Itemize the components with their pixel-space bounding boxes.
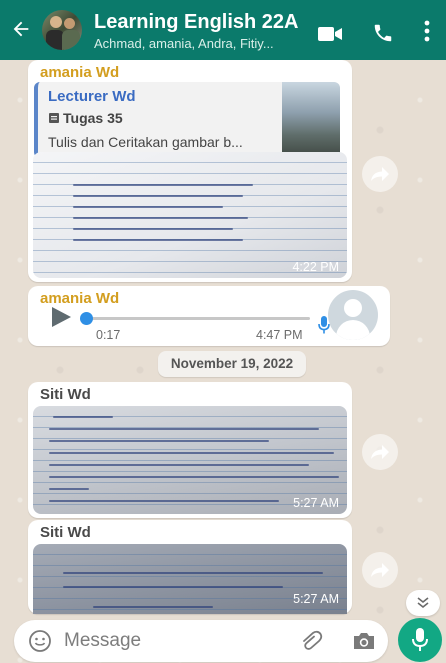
voice-duration: 0:17 bbox=[96, 328, 121, 342]
message-time: 4:22 PM bbox=[292, 260, 339, 274]
message-bubble-voice[interactable]: amania Wd 0:17 4:47 PM bbox=[28, 286, 390, 346]
message-photo[interactable]: 4:22 PM bbox=[33, 152, 347, 278]
sender-name: Siti Wd bbox=[40, 386, 91, 403]
quote-thumbnail bbox=[282, 82, 340, 158]
message-photo[interactable]: 5:27 AM bbox=[33, 406, 347, 514]
phone-icon[interactable] bbox=[372, 22, 394, 44]
voice-record-button[interactable] bbox=[398, 618, 442, 662]
quote-text: Tulis dan Ceritakan gambar b... bbox=[48, 134, 243, 150]
forward-icon bbox=[371, 167, 389, 181]
scroll-to-bottom-button[interactable] bbox=[406, 590, 440, 616]
message-compose-bar bbox=[14, 620, 388, 662]
forward-icon bbox=[371, 445, 389, 459]
forward-icon bbox=[371, 563, 389, 577]
forward-button[interactable] bbox=[362, 156, 398, 192]
message-time: 4:47 PM bbox=[256, 328, 303, 342]
more-options-icon[interactable] bbox=[424, 20, 430, 42]
quoted-message[interactable]: Lecturer Wd Tugas 35 Tulis dan Ceritakan… bbox=[34, 82, 340, 158]
quote-title: Tugas 35 bbox=[48, 110, 123, 126]
mic-icon bbox=[412, 628, 428, 651]
forward-button[interactable] bbox=[362, 552, 398, 588]
message-photo[interactable]: 5:27 AM bbox=[33, 544, 347, 614]
chat-participants[interactable]: Achmad, amania, Andra, Fitiy... bbox=[94, 36, 274, 51]
message-bubble-image[interactable]: amania Wd Lecturer Wd Tugas 35 Tulis dan… bbox=[28, 60, 352, 282]
group-avatar[interactable] bbox=[42, 10, 82, 50]
back-arrow-icon[interactable] bbox=[10, 18, 32, 40]
document-icon bbox=[49, 113, 59, 123]
attach-icon[interactable] bbox=[300, 630, 324, 652]
message-bubble-image[interactable]: Siti Wd 5:27 AM bbox=[28, 520, 352, 614]
message-time: 5:27 AM bbox=[293, 592, 339, 606]
voice-progress-bar[interactable] bbox=[80, 312, 310, 325]
sender-avatar bbox=[328, 290, 378, 340]
chat-header: Learning English 22A Achmad, amania, And… bbox=[0, 0, 446, 60]
sender-name: amania Wd bbox=[40, 64, 120, 81]
play-icon[interactable] bbox=[50, 306, 72, 328]
message-input[interactable] bbox=[64, 626, 294, 656]
quote-author: Lecturer Wd bbox=[48, 88, 136, 105]
date-separator: November 19, 2022 bbox=[158, 351, 306, 377]
camera-icon[interactable] bbox=[352, 631, 376, 651]
sender-name: amania Wd bbox=[40, 290, 120, 307]
message-bubble-image[interactable]: Siti Wd 5:27 AM bbox=[28, 382, 352, 518]
sender-name: Siti Wd bbox=[40, 524, 91, 541]
emoji-icon[interactable] bbox=[28, 629, 52, 653]
forward-button[interactable] bbox=[362, 434, 398, 470]
chat-title[interactable]: Learning English 22A bbox=[94, 11, 298, 34]
voice-progress-knob[interactable] bbox=[80, 312, 93, 325]
message-time: 5:27 AM bbox=[293, 496, 339, 510]
chevron-double-down-icon bbox=[417, 597, 429, 609]
video-call-icon[interactable] bbox=[318, 26, 342, 42]
